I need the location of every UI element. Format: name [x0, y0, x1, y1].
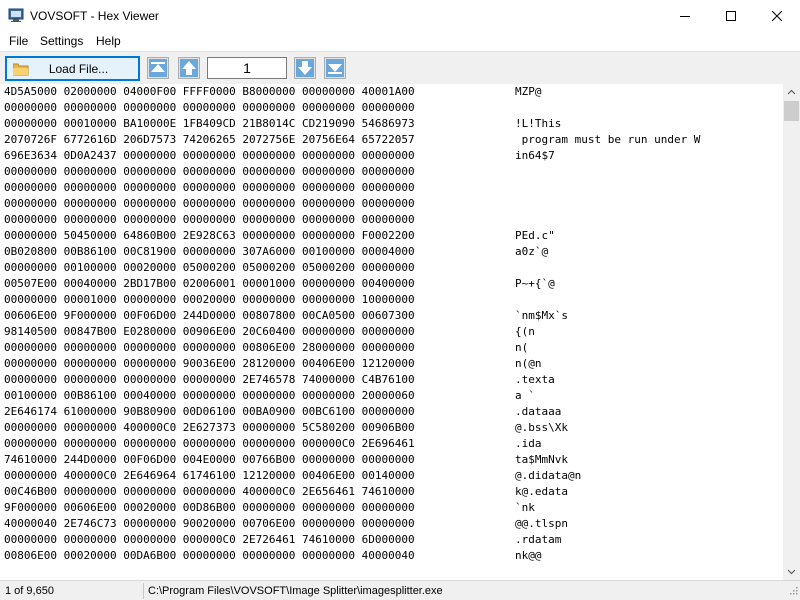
- ascii-values: `nm$Mx`s: [515, 309, 568, 322]
- ascii-values: @@.tlspn: [515, 517, 568, 530]
- load-file-button[interactable]: Load File...: [5, 56, 140, 81]
- load-file-label: Load File...: [48, 62, 109, 76]
- ascii-values: !L!This: [515, 117, 562, 130]
- hex-values: 00C46B00 00000000 00000000 00000000 4000…: [4, 485, 415, 498]
- hex-values: 2E646174 61000000 90B80900 00D06100 00BA…: [4, 405, 415, 418]
- resize-grip-icon[interactable]: [788, 584, 798, 598]
- file-path: C:\Program Files\VOVSOFT\Image Splitter\…: [148, 585, 443, 597]
- ascii-values: a0z`@: [515, 245, 549, 258]
- hex-values: 00000000 00000000 00000000 90036E00 2812…: [4, 357, 415, 370]
- ascii-values: k@.edata: [515, 485, 568, 498]
- ascii-values: P~+{`@: [515, 277, 555, 290]
- ascii-values: program must be run under W: [515, 133, 701, 146]
- toolbar: Load File...: [0, 51, 800, 84]
- hex-values: 98140500 00847B00 E0280000 00906E00 20C6…: [4, 325, 415, 338]
- ascii-values: n(: [515, 341, 529, 354]
- hex-values: 00000000 00000000 00000000 00000000 0000…: [4, 165, 415, 178]
- hex-values: 00000000 00000000 00000000 00000000 0000…: [4, 213, 415, 226]
- page-count: 1 of 9,650: [5, 585, 54, 597]
- hex-values: 00000000 00000000 00000000 00000000 2E74…: [4, 373, 415, 386]
- previous-page-icon: [180, 59, 198, 77]
- last-page-button[interactable]: [324, 57, 346, 79]
- window-title: VOVSOFT - Hex Viewer: [30, 9, 159, 23]
- scroll-thumb[interactable]: [784, 101, 799, 121]
- hex-values: 00000000 400000C0 2E646964 61746100 1212…: [4, 469, 415, 482]
- hex-values: 00000000 00000000 00000000 00000000 0000…: [4, 101, 415, 114]
- ascii-values: @.bss\Xk: [515, 421, 568, 434]
- hex-values: 00000000 00000000 00000000 000000C0 2E72…: [4, 533, 415, 546]
- first-page-icon: [149, 59, 167, 77]
- hex-values: 00000000 00100000 00020000 05000200 0500…: [4, 261, 415, 274]
- hex-values: 00000000 50450000 64860B00 2E928C63 0000…: [4, 229, 415, 242]
- hex-values: 00000000 00000000 00000000 00000000 0000…: [4, 437, 415, 450]
- hex-values: 00000000 00000000 00000000 00000000 0080…: [4, 341, 415, 354]
- status-bar: 1 of 9,650 C:\Program Files\VOVSOFT\Imag…: [0, 580, 800, 600]
- hex-values: 0B020800 00B86100 00C81900 00000000 307A…: [4, 245, 415, 258]
- menu-help[interactable]: Help: [94, 33, 123, 49]
- scroll-up-button[interactable]: [783, 84, 800, 101]
- hex-viewer-app-icon: [8, 7, 24, 23]
- menu-settings[interactable]: Settings: [38, 33, 85, 49]
- ascii-values: MZP@: [515, 85, 542, 98]
- minimize-icon: [680, 15, 690, 17]
- hex-values: 00100000 00B86100 00040000 00000000 0000…: [4, 389, 415, 402]
- hex-values: 40000040 2E746C73 00000000 90020000 0070…: [4, 517, 415, 530]
- next-page-icon: [296, 59, 314, 77]
- hex-values: 00000000 00001000 00000000 00020000 0000…: [4, 293, 415, 306]
- hex-values: 696E3634 0D0A2437 00000000 00000000 0000…: [4, 149, 415, 162]
- chevron-up-icon: [787, 89, 796, 95]
- maximize-button[interactable]: [708, 0, 754, 31]
- hex-values: 00000000 00000000 00000000 00000000 0000…: [4, 197, 415, 210]
- hex-values: 74610000 244D0000 00F06D00 004E0000 0076…: [4, 453, 415, 466]
- hex-values: 2070726F 6772616D 206D7573 74206265 2072…: [4, 133, 415, 146]
- page-number-input[interactable]: [207, 57, 287, 79]
- hex-values: 9F000000 00606E00 00020000 00D86B00 0000…: [4, 501, 415, 514]
- hex-values: 00606E00 9F000000 00F06D00 244D0000 0080…: [4, 309, 415, 322]
- ascii-values: n(@n: [515, 357, 542, 370]
- ascii-values: {(n: [515, 325, 535, 338]
- ascii-values: `nk: [515, 501, 535, 514]
- menu-bar: File Settings Help: [0, 31, 800, 51]
- chevron-down-icon: [787, 569, 796, 575]
- hex-values: 00000000 00000000 400000C0 2E627373 0000…: [4, 421, 415, 434]
- hex-values: 00806E00 00020000 00DA6B00 00000000 0000…: [4, 549, 415, 562]
- hex-values: 4D5A5000 02000000 04000F00 FFFF0000 B800…: [4, 85, 415, 98]
- maximize-icon: [726, 10, 736, 21]
- minimize-button[interactable]: [662, 0, 708, 31]
- ascii-values: a `: [515, 389, 535, 402]
- ascii-values: .dataaa: [515, 405, 562, 418]
- hex-values: 00000000 00000000 00000000 00000000 0000…: [4, 181, 415, 194]
- ascii-values: .ida: [515, 437, 542, 450]
- ascii-values: ta$MmNvk: [515, 453, 568, 466]
- title-bar: VOVSOFT - Hex Viewer: [0, 0, 800, 31]
- close-button[interactable]: [754, 0, 800, 31]
- hex-dump-view[interactable]: 4D5A5000 02000000 04000F00 FFFF0000 B800…: [0, 84, 783, 580]
- hex-values: 00000000 00010000 BA10000E 1FB409CD 21B8…: [4, 117, 415, 130]
- ascii-values: nk@@: [515, 549, 542, 562]
- ascii-values: .rdatam: [515, 533, 562, 546]
- ascii-values: .texta: [515, 373, 555, 386]
- ascii-values: PEd.c": [515, 229, 555, 242]
- next-page-button[interactable]: [294, 57, 316, 79]
- ascii-values: @.didata@n: [515, 469, 582, 482]
- ascii-values: in64$7: [515, 149, 555, 162]
- menu-file[interactable]: File: [7, 33, 30, 49]
- first-page-button[interactable]: [147, 57, 169, 79]
- scroll-down-button[interactable]: [783, 563, 800, 580]
- last-page-icon: [326, 59, 344, 77]
- hex-values: 00507E00 00040000 2BD17B00 02006001 0000…: [4, 277, 415, 290]
- close-icon: [772, 10, 782, 21]
- vertical-scrollbar[interactable]: [783, 84, 800, 580]
- previous-page-button[interactable]: [178, 57, 200, 79]
- status-divider: [143, 583, 144, 599]
